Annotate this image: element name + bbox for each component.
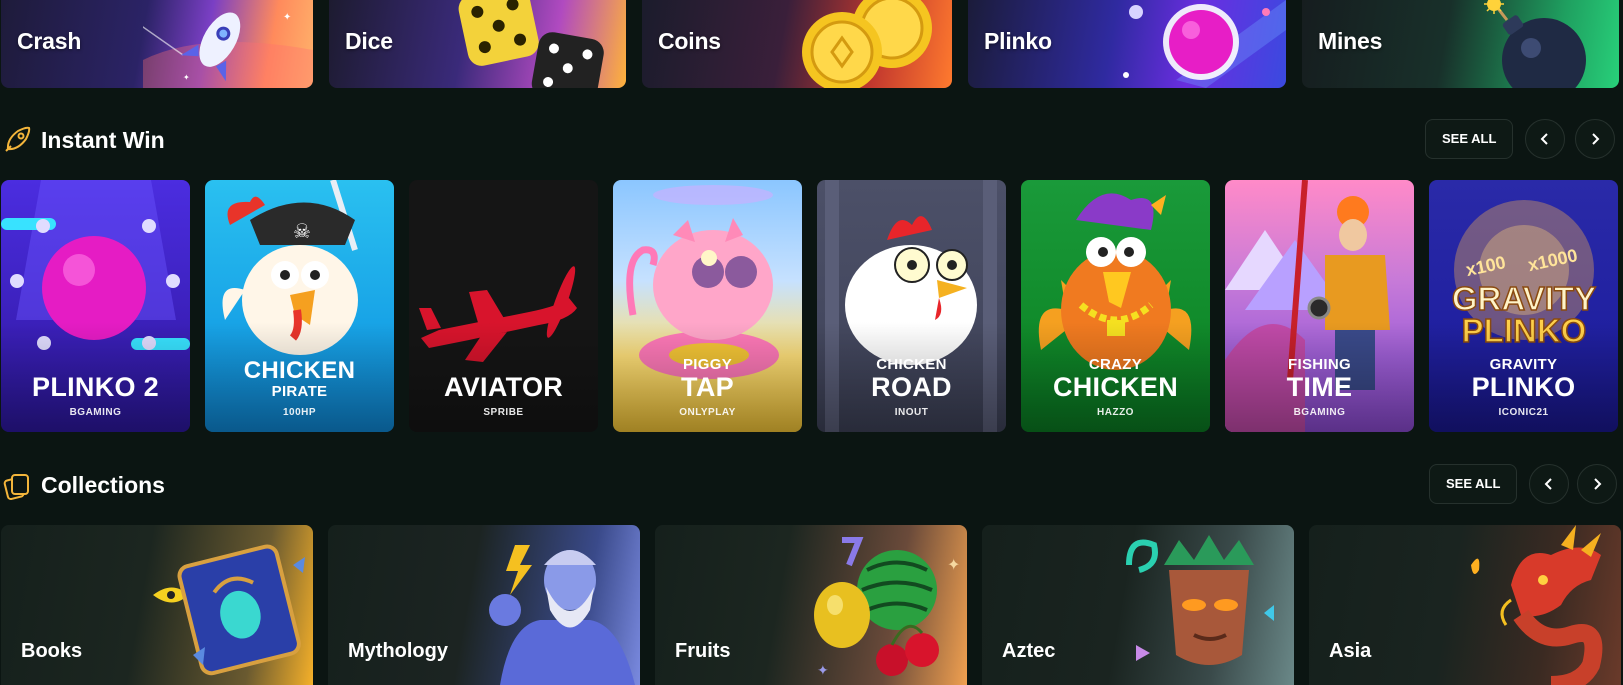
section-title: Instant Win bbox=[41, 127, 165, 153]
game-card-aviator[interactable]: AVIATOR SPRIBE bbox=[409, 180, 598, 432]
coin-icon bbox=[802, 0, 932, 88]
god-icon bbox=[489, 545, 635, 685]
game-card-chicken-road[interactable]: CHICKEN ROAD INOUT bbox=[817, 180, 1006, 432]
bomb-icon bbox=[1484, 0, 1586, 88]
book-icon bbox=[153, 544, 305, 676]
game-title: PIRATE bbox=[271, 383, 328, 400]
category-strip: ✦ ✦ Crash Dice Coins Plinko Mines bbox=[0, 0, 1623, 88]
game-subtitle: CRAZY bbox=[1088, 356, 1143, 373]
collection-label: Mythology bbox=[348, 640, 448, 662]
category-plinko[interactable]: Plinko bbox=[968, 0, 1286, 88]
chevron-left-icon bbox=[1540, 133, 1548, 145]
rocket-icon bbox=[5, 126, 31, 152]
game-card-chicken-pirate[interactable]: ☠ CHICKEN PIRATE 100HP bbox=[205, 180, 394, 432]
collection-aztec[interactable]: Aztec bbox=[982, 525, 1294, 685]
collection-label: Aztec bbox=[1002, 640, 1056, 662]
game-title: CHICKEN bbox=[1052, 372, 1179, 402]
game-subtitle: PIGGY bbox=[682, 356, 732, 373]
game-title: PLINKO bbox=[1471, 372, 1576, 402]
category-label: Mines bbox=[1318, 28, 1383, 54]
game-subtitle: GRAVITY bbox=[1489, 356, 1558, 373]
svg-text:✦: ✦ bbox=[283, 12, 291, 23]
game-title: TAP bbox=[681, 372, 734, 402]
game-provider: ONLYPLAY bbox=[679, 407, 736, 418]
game-subtitle: CHICKEN bbox=[243, 357, 356, 384]
game-provider: SPRIBE bbox=[483, 407, 524, 418]
chevron-left-icon bbox=[1544, 478, 1552, 490]
game-title: AVIATOR bbox=[443, 372, 564, 402]
rocket-icon: ✦ ✦ bbox=[143, 12, 313, 88]
category-coins[interactable]: Coins bbox=[642, 0, 952, 88]
ball-icon bbox=[1123, 0, 1286, 88]
svg-text:✦: ✦ bbox=[183, 73, 190, 82]
category-dice[interactable]: Dice bbox=[329, 0, 626, 88]
next-button[interactable] bbox=[1575, 119, 1615, 159]
game-title: PLINKO 2 bbox=[32, 372, 159, 402]
fruit-icon: ✦ ✦ bbox=[814, 537, 960, 678]
category-label: Dice bbox=[345, 28, 393, 54]
game-card-gravity-plinko[interactable]: x100 x1000 GRAVITY PLINKO GRAVITY PLINKO… bbox=[1429, 180, 1618, 432]
category-label: Plinko bbox=[984, 28, 1052, 54]
collections-header: Collections SEE ALL bbox=[0, 464, 1623, 508]
game-subtitle: FISHING bbox=[1288, 356, 1351, 373]
game-card-fishing-time[interactable]: FISHING TIME BGAMING bbox=[1225, 180, 1414, 432]
svg-text:☠: ☠ bbox=[293, 221, 311, 243]
mask-icon bbox=[1126, 535, 1274, 665]
collection-label: Books bbox=[21, 640, 83, 662]
prev-button[interactable] bbox=[1529, 464, 1569, 504]
see-all-button[interactable]: SEE ALL bbox=[1425, 119, 1514, 159]
game-title: ROAD bbox=[871, 372, 952, 402]
collection-fruits[interactable]: ✦ ✦ Fruits bbox=[655, 525, 967, 685]
game-provider: INOUT bbox=[894, 407, 929, 418]
next-button[interactable] bbox=[1577, 464, 1617, 504]
game-provider: ICONIC21 bbox=[1498, 407, 1549, 418]
game-card-piggy-tap[interactable]: PIGGY TAP ONLYPLAY bbox=[613, 180, 802, 432]
collection-label: Asia bbox=[1329, 640, 1372, 662]
game-card-crazy-chicken[interactable]: CRAZY CHICKEN HAZZO bbox=[1021, 180, 1210, 432]
casino-lobby: ✦ ✦ Crash Dice Coins Plinko Mines Instan… bbox=[0, 0, 1623, 685]
collection-books[interactable]: Books bbox=[1, 525, 313, 685]
chevron-right-icon bbox=[1594, 478, 1602, 490]
prev-button[interactable] bbox=[1525, 119, 1565, 159]
category-mines[interactable]: Mines bbox=[1302, 0, 1619, 88]
collection-mythology[interactable]: Mythology bbox=[328, 525, 640, 685]
game-subtitle: CHICKEN bbox=[876, 356, 947, 373]
dice-icon bbox=[458, 0, 604, 88]
game-title: TIME bbox=[1286, 372, 1353, 402]
game-provider: BGAMING bbox=[69, 407, 122, 418]
game-provider: BGAMING bbox=[1293, 407, 1346, 418]
svg-text:✦: ✦ bbox=[817, 662, 829, 678]
cards-icon bbox=[3, 474, 29, 500]
section-title: Collections bbox=[41, 472, 165, 498]
collection-label: Fruits bbox=[675, 640, 731, 662]
dragon-icon bbox=[1471, 525, 1603, 685]
category-crash[interactable]: ✦ ✦ Crash bbox=[1, 0, 313, 88]
game-provider: 100HP bbox=[282, 407, 317, 418]
category-label: Crash bbox=[17, 28, 82, 54]
collection-asia[interactable]: Asia bbox=[1309, 525, 1621, 685]
category-label: Coins bbox=[658, 28, 721, 54]
see-all-button[interactable]: SEE ALL bbox=[1429, 464, 1518, 504]
game-provider: HAZZO bbox=[1097, 407, 1134, 418]
instant-win-header: Instant Win SEE ALL bbox=[0, 119, 1623, 163]
chevron-right-icon bbox=[1592, 133, 1600, 145]
game-card-plinko-2[interactable]: PLINKO 2 BGAMING bbox=[1, 180, 190, 432]
svg-text:✦: ✦ bbox=[947, 557, 960, 574]
